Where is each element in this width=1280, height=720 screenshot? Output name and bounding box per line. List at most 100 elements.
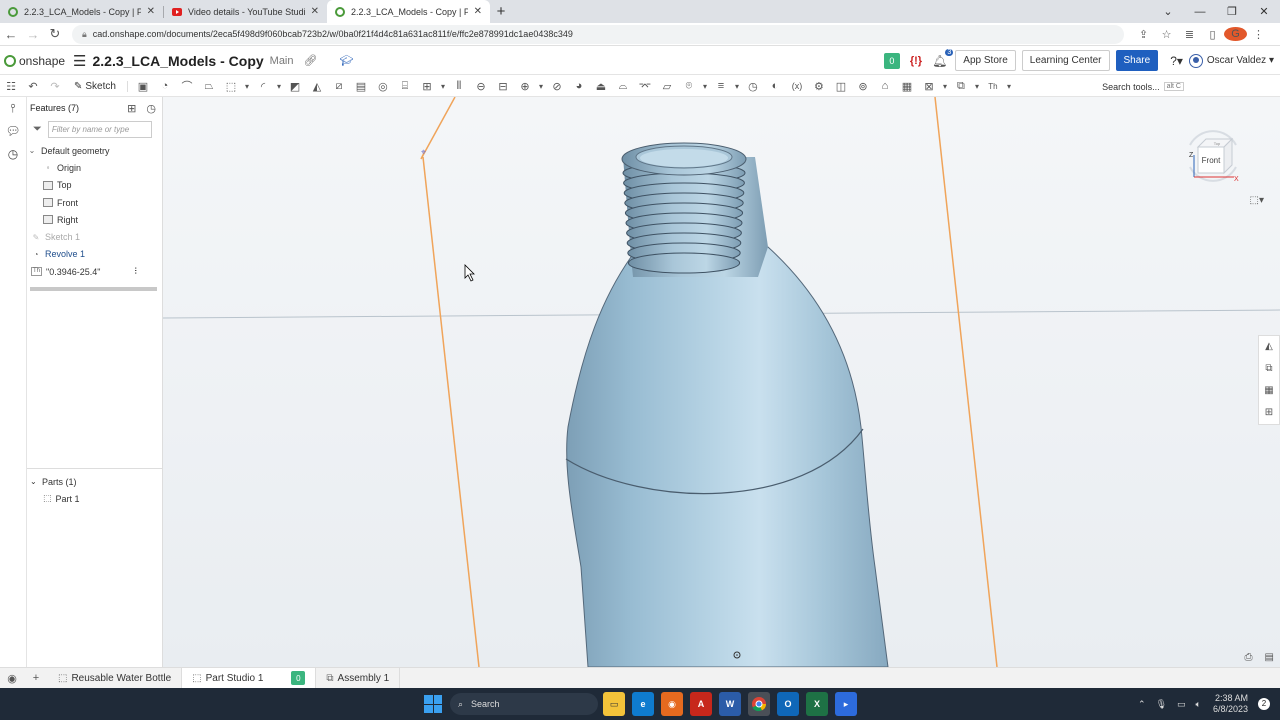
link-icon[interactable]: 🔗︎ — [304, 54, 318, 67]
onshape-logo[interactable]: onshape — [4, 54, 65, 68]
frame-icon[interactable]: ⌂ — [874, 80, 896, 92]
move-face-icon[interactable]: ⏏ — [590, 80, 612, 93]
file-explorer-icon[interactable]: ▭ — [603, 692, 625, 716]
filter-input[interactable]: Filter by name or type — [47, 120, 152, 138]
tree-item-thread[interactable]: Th "0.3946-25.4" ⫶ — [27, 263, 162, 280]
help-icon[interactable]: ?▾ — [1170, 54, 1183, 68]
loft-icon[interactable]: ⏢ — [198, 80, 220, 93]
variable-list-icon[interactable]: ≡ — [710, 80, 732, 92]
transform-icon[interactable]: ⊕ — [514, 80, 536, 93]
notifications-bell-icon[interactable]: 🔔︎ 3 — [932, 48, 954, 68]
chevron-down-icon[interactable]: ▾ — [438, 82, 448, 91]
bottle-model[interactable]: ⌖ — [163, 97, 1280, 667]
tree-item-right[interactable]: Right — [27, 211, 162, 228]
minimize-icon[interactable]: — — [1184, 6, 1216, 18]
rollback-bar-handle-icon[interactable]: ⫶ — [134, 266, 136, 277]
close-icon[interactable]: ✕ — [147, 6, 155, 17]
word-icon[interactable]: W — [719, 692, 741, 716]
thicken-icon[interactable]: ⬚ — [220, 80, 242, 93]
replace-face-icon[interactable]: ⌓ — [612, 80, 634, 93]
learning-center-button[interactable]: Learning Center — [1021, 50, 1110, 71]
history-icon[interactable]: ◷ — [0, 143, 26, 166]
workspace-branch[interactable]: Main — [270, 55, 294, 67]
tab-reusable-water-bottle[interactable]: ⬚ Reusable Water Bottle — [48, 668, 183, 688]
network-icon[interactable]: ▭ — [1177, 699, 1186, 710]
chevron-down-icon[interactable]: ▾ — [732, 82, 742, 91]
measure-icon[interactable]: ◷ — [742, 80, 764, 93]
chevron-down-icon[interactable]: ▾ — [536, 82, 546, 91]
draft-icon[interactable]: ◭ — [306, 80, 328, 93]
side-panel-icon[interactable]: ▯ — [1201, 28, 1224, 41]
close-icon[interactable]: ✕ — [311, 6, 319, 17]
modify-fillet-icon[interactable]: ◕ — [568, 80, 590, 92]
add-folder-icon[interactable]: ⊞ — [127, 102, 136, 115]
edge-icon[interactable]: e — [632, 692, 654, 716]
tree-group-default-geometry[interactable]: ⌄ Default geometry — [27, 142, 162, 159]
reload-icon[interactable]: ↻ — [44, 26, 66, 42]
green-status-badge[interactable]: 0 — [883, 52, 900, 69]
eye-icon[interactable]: ◉ — [0, 672, 24, 685]
pattern-icon[interactable]: ⊞ — [416, 80, 438, 93]
browser-tab[interactable]: Video details - YouTube Studio ✕ — [164, 0, 327, 23]
maximize-icon[interactable]: ❐ — [1216, 5, 1248, 18]
print-icon[interactable]: ⎙ — [1245, 652, 1253, 663]
feature-list-toggle-icon[interactable]: ☷ — [0, 80, 22, 93]
filter-icon[interactable]: ⏷ — [33, 123, 42, 136]
sketch-button[interactable]: ✎ Sketch — [66, 80, 128, 92]
chevron-down-icon[interactable]: ▾ — [242, 82, 252, 91]
taskbar-search[interactable]: ⌕ Search — [450, 693, 598, 715]
windows-start-icon[interactable] — [424, 695, 442, 713]
sheet-metal-icon[interactable]: ⊚ — [852, 80, 874, 93]
revolve-icon[interactable]: ◔ — [154, 80, 176, 92]
sweep-icon[interactable]: ⌒ — [176, 78, 198, 94]
document-title[interactable]: 2.2.3_LCA_Models - Copy — [93, 53, 264, 69]
extrude-icon[interactable]: ▣ — [132, 80, 154, 93]
appearance-icon[interactable]: ◭ — [1259, 336, 1279, 358]
chevron-down-icon[interactable]: ⌄ — [27, 146, 37, 155]
cylinder-icon[interactable]: ⌸ — [394, 80, 416, 93]
chevron-down-icon[interactable]: ▾ — [700, 82, 710, 91]
chevron-down-icon[interactable]: ▾ — [1004, 82, 1014, 91]
comments-icon[interactable]: 💬︎ — [0, 120, 26, 143]
rib-icon[interactable]: ⧄ — [328, 80, 350, 93]
variable-icon[interactable]: (x) — [786, 81, 808, 91]
browser-menu-icon[interactable]: ⋮ — [1247, 28, 1270, 41]
add-tab-icon[interactable]: + — [24, 672, 48, 684]
weldment-icon[interactable]: ▦ — [896, 80, 918, 93]
hole-icon[interactable]: ◎ — [372, 80, 394, 93]
surface-icon[interactable]: ◫ — [830, 80, 852, 93]
chevron-down-icon[interactable]: ▾ — [274, 82, 284, 91]
tree-item-top[interactable]: Top — [27, 177, 162, 194]
zoom-icon[interactable]: ▸ — [835, 692, 857, 716]
configurations-icon[interactable]: ⧉ — [950, 80, 972, 93]
rollback-timer-icon[interactable]: ◷ — [146, 102, 156, 115]
display-states-icon[interactable]: ⧉ — [1259, 358, 1279, 380]
tab-part-studio-1[interactable]: ⬚ Part Studio 1 0 — [182, 668, 317, 688]
chevron-down-icon[interactable]: ▾ — [972, 82, 982, 91]
stack-icon[interactable]: ▤ — [1265, 652, 1274, 663]
notification-badge[interactable]: 2 — [1258, 698, 1270, 710]
tree-item-origin[interactable]: ◦ Origin — [27, 159, 162, 176]
chevron-down-icon[interactable]: ⌄ — [30, 477, 42, 486]
custom-feature-icon[interactable]: ⚙ — [808, 80, 830, 93]
clock[interactable]: 2:38 AM 6/8/2023 — [1213, 693, 1248, 715]
custom-tables-icon[interactable]: ⊞ — [1259, 402, 1279, 424]
acrobat-icon[interactable]: A — [690, 692, 712, 716]
graduation-cap-icon[interactable]: 🎓︎ — [339, 54, 353, 67]
bookmark-star-icon[interactable]: ☆ — [1155, 28, 1178, 41]
section-view-icon[interactable]: ◐ — [764, 80, 786, 92]
firefox-icon[interactable]: ◉ — [661, 692, 683, 716]
chamfer-icon[interactable]: ◩ — [284, 80, 306, 93]
new-tab-button[interactable]: + — [490, 0, 512, 23]
featurescript-error-icon[interactable]: {!} — [910, 55, 922, 67]
split-icon[interactable]: ⊟ — [492, 80, 514, 93]
view-options-icon[interactable]: ⬚▾ — [1250, 195, 1264, 206]
window-close-icon[interactable]: ✕ — [1248, 5, 1280, 18]
search-tools-field[interactable]: Search tools... alt C — [1102, 78, 1184, 95]
chevron-down-icon[interactable]: ▾ — [940, 82, 950, 91]
boolean-icon[interactable]: ⊖ — [470, 80, 492, 93]
app-store-button[interactable]: App Store — [955, 50, 1016, 71]
back-icon[interactable]: ← — [0, 27, 22, 42]
chevron-up-icon[interactable]: ⌃ — [1138, 699, 1146, 710]
tree-item-sketch1[interactable]: ✎ Sketch 1 — [27, 228, 162, 245]
